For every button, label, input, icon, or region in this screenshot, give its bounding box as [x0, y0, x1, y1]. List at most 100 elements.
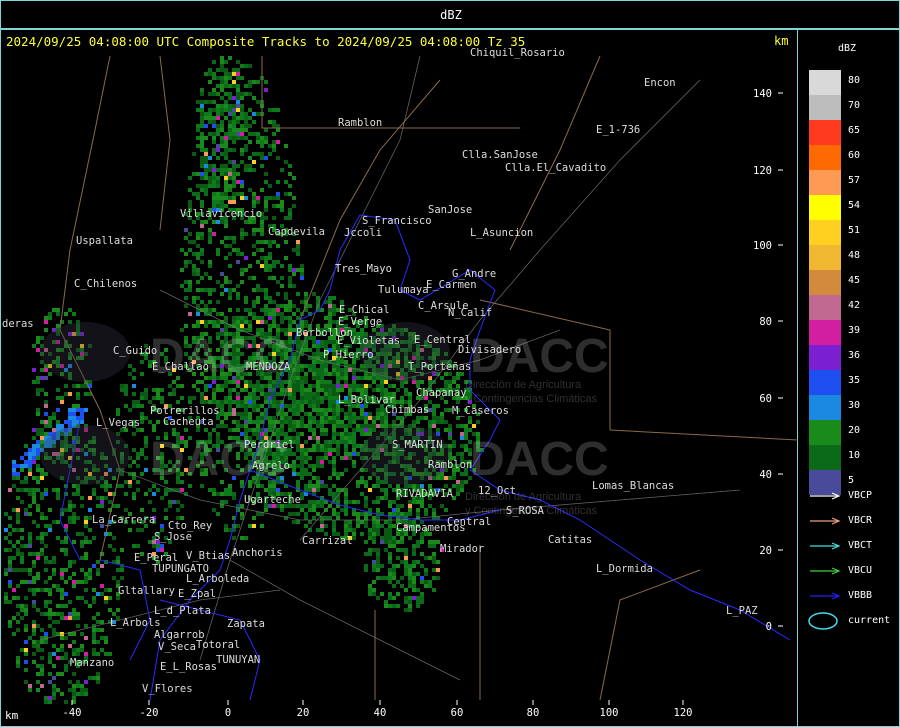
y-tick-label: 120	[753, 165, 772, 177]
x-tick-label: 80	[527, 707, 540, 719]
x-tick-label: 20	[297, 707, 310, 719]
place-label: Clla.El_Cavadito	[505, 162, 606, 174]
track-label-VBCT: VBCT	[848, 540, 873, 551]
legend-label-30: 30	[848, 400, 861, 411]
legend-label-36: 36	[848, 350, 861, 361]
place-label: L_PAZ	[726, 605, 758, 617]
place-label: P_Hierro	[323, 349, 374, 361]
place-label: C_Guido	[113, 345, 157, 357]
place-label: RIVADAVIA	[396, 488, 454, 500]
place-label: M_Caseros	[452, 405, 509, 417]
place-label: Encon	[644, 77, 676, 89]
km-unit-bottom: km	[5, 709, 19, 722]
legend-label-39: 39	[848, 325, 861, 336]
track-label-VBCR: VBCR	[848, 515, 873, 526]
place-label: Tulumaya	[378, 284, 429, 296]
place-label: Cacheuta	[163, 416, 214, 428]
place-label: E_1-736	[596, 124, 640, 136]
place-label: V_Btias	[186, 550, 230, 562]
y-tick-label: 140	[753, 88, 772, 100]
place-label: Jccoli	[344, 227, 382, 239]
legend-label-42: 42	[848, 300, 861, 311]
place-label: Ramblon	[338, 117, 382, 129]
x-tick-label: 40	[374, 707, 387, 719]
legend-label-35: 35	[848, 375, 861, 386]
place-label: Lomas_Blancas	[592, 480, 674, 492]
place-label: Capdevila	[268, 226, 325, 238]
legend-label-60: 60	[848, 150, 861, 161]
place-label: Ugarteche	[244, 494, 301, 506]
place-label: Divisadero	[458, 344, 521, 356]
watermark-brand: DACC	[470, 330, 609, 383]
legend-label-51: 51	[848, 225, 861, 236]
place-label: V_Flores	[142, 683, 193, 695]
place-label: Agrelo	[252, 460, 290, 472]
radar-map[interactable]: DACC DACCDACC DACCDirección de Agricultura…	[0, 0, 900, 727]
x-tick-label: 60	[451, 707, 464, 719]
legend-title: dBZ	[838, 43, 857, 54]
place-label: T_Porteñas	[408, 361, 471, 373]
place-label: Gltallary	[118, 585, 175, 597]
legend-label-10: 10	[848, 450, 861, 461]
watermark-brand: DACC	[150, 330, 289, 383]
legend-label-54: 54	[848, 200, 861, 211]
place-label: L_Asuncion	[470, 227, 533, 239]
place-label: Carrizal	[302, 535, 353, 547]
place-label: Totoral	[196, 639, 240, 651]
place-label: S_Jose	[154, 531, 192, 543]
y-tick-label: 0	[766, 621, 772, 633]
place-label: E_Challao	[152, 361, 209, 373]
track-label-VBBB: VBBB	[848, 590, 873, 601]
legend-label-48: 48	[848, 250, 861, 261]
place-label: L_d_Plata	[154, 605, 211, 617]
track-label-VBCP: VBCP	[848, 490, 873, 501]
place-label: S_Francisco	[362, 215, 432, 227]
place-label: C_Chilenos	[74, 278, 137, 290]
place-label: TUNUYAN	[216, 654, 260, 666]
x-tick-label: 0	[225, 707, 231, 719]
y-tick-label: 100	[753, 240, 772, 252]
place-label: MENDOZA	[246, 361, 291, 373]
place-label: Campamentos	[396, 522, 466, 534]
y-tick-label: 40	[759, 469, 772, 481]
place-label: Clla.SanJose	[462, 149, 538, 161]
place-label: L_Arbols	[110, 617, 161, 629]
place-label: Tres_Mayo	[335, 263, 392, 275]
legend-label-45: 45	[848, 275, 861, 286]
place-label: E_Chical	[339, 304, 390, 316]
watermark-brand: DACC	[470, 433, 609, 486]
y-tick-label: 20	[759, 545, 772, 557]
x-tick-label: -20	[140, 707, 159, 719]
x-tick-label: 120	[674, 707, 693, 719]
place-label: E_L_Rosas	[160, 661, 217, 673]
place-label: Chapanay	[416, 387, 467, 399]
place-label: Manzano	[70, 657, 114, 669]
place-label: L_Vegas	[96, 417, 140, 429]
place-label: Ramblon	[428, 459, 472, 471]
y-tick-label: 80	[759, 316, 772, 328]
place-label: S_ROSA	[506, 505, 545, 517]
place-label: Chimbas	[385, 404, 429, 416]
place-label: SanJose	[428, 204, 472, 216]
legend-label-65: 65	[848, 125, 861, 136]
legend-label-70: 70	[848, 100, 861, 111]
place-label: E_Zpal	[178, 588, 216, 600]
km-unit-right: km	[774, 34, 789, 48]
place-label: Zapata	[227, 618, 265, 630]
y-tick-label: 60	[759, 393, 772, 405]
place-label: Anchoris	[232, 547, 283, 559]
place-label: Perdriel	[244, 439, 295, 451]
place-label: E_Violetas	[337, 335, 400, 347]
place-label: N_Calif	[448, 307, 492, 319]
place-label: L_Dormida	[596, 563, 653, 575]
legend-label-80: 80	[848, 75, 861, 86]
track-label-VBCU: VBCU	[848, 565, 873, 576]
composite-tracks-header: 2024/09/25 04:08:00 UTC Composite Tracks…	[6, 34, 526, 49]
legend-label-5: 5	[848, 475, 855, 486]
legend-label-20: 20	[848, 425, 861, 436]
watermark-line2: y Contingencias Climáticas	[465, 393, 598, 405]
place-label: S_MARTIN	[392, 439, 443, 451]
place-label: La_Carrera	[92, 514, 155, 526]
place-label: deras	[2, 318, 34, 330]
place-label: Villavicencio	[180, 208, 262, 220]
